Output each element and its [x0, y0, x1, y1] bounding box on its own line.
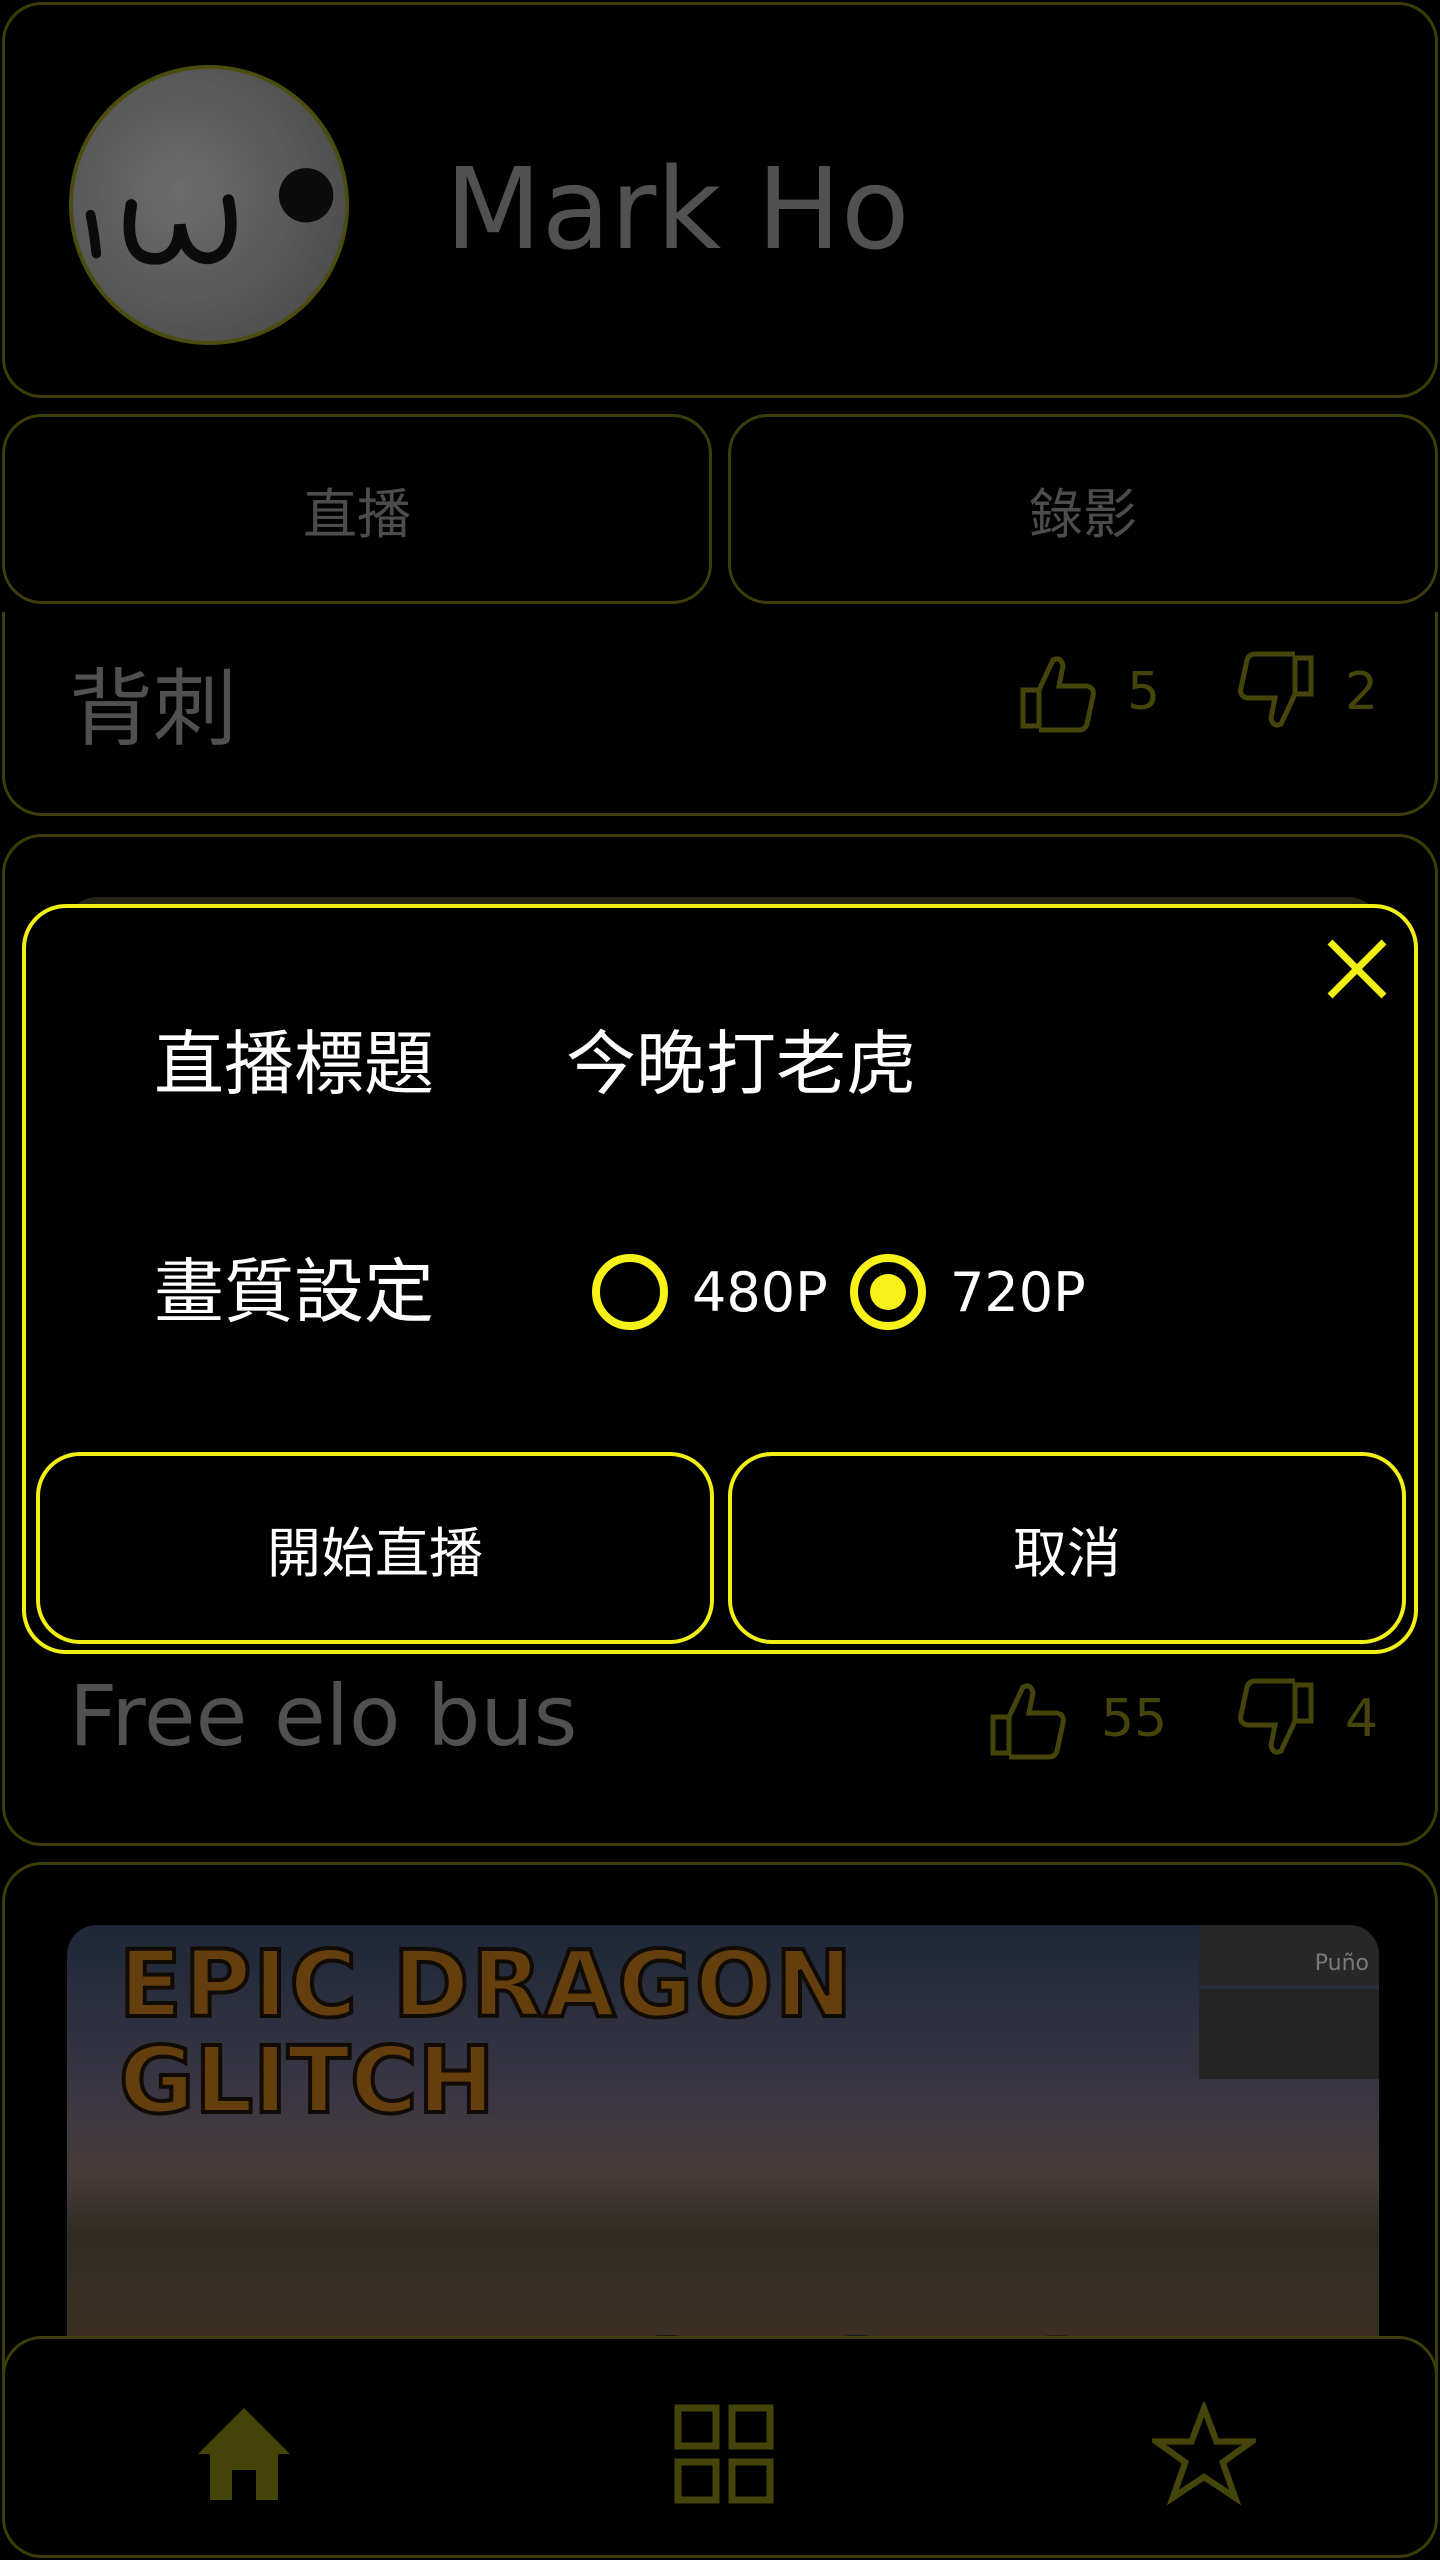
radio-checked-icon — [850, 1254, 926, 1330]
quality-option-label: 480P — [692, 1260, 828, 1324]
live-settings-dialog: 直播標題 今晚打老虎 畫質設定 480P 720P 開始直播 取消 — [22, 904, 1418, 1654]
quality-option-480p[interactable]: 480P — [592, 1254, 828, 1330]
close-button[interactable] — [1322, 934, 1392, 1004]
quality-option-720p[interactable]: 720P — [850, 1254, 1086, 1330]
close-icon — [1327, 939, 1387, 999]
radio-unchecked-icon — [592, 1254, 668, 1330]
start-live-button[interactable]: 開始直播 — [36, 1452, 714, 1644]
quality-label: 畫質設定 — [154, 1251, 434, 1333]
stream-title-value[interactable]: 今晚打老虎 — [566, 1008, 916, 1109]
stream-title-label: 直播標題 — [154, 1023, 434, 1105]
cancel-button[interactable]: 取消 — [728, 1452, 1406, 1644]
quality-option-label: 720P — [950, 1260, 1086, 1324]
